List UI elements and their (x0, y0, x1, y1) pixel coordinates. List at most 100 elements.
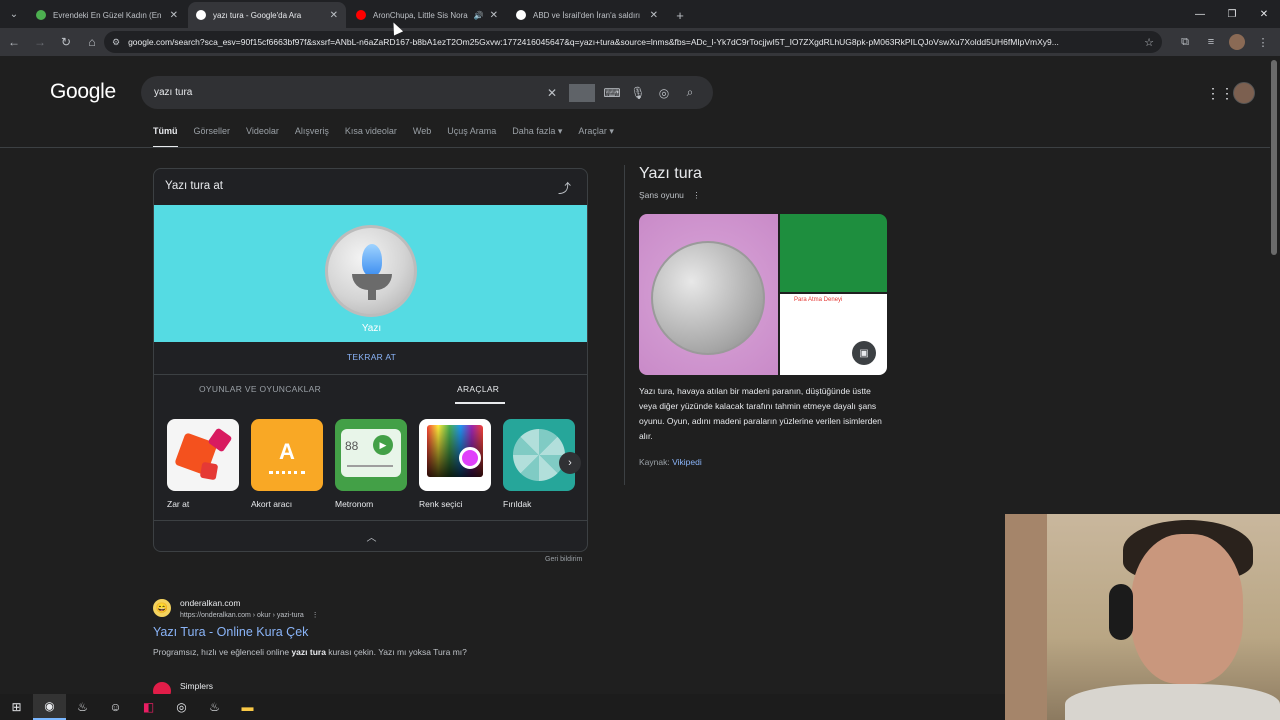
tool-label: Metronom (335, 499, 374, 509)
youtube-favicon-icon (356, 10, 366, 20)
result-site-name[interactable]: onderalkan.com (180, 598, 240, 608)
obs-icon[interactable]: ◎ (165, 694, 198, 720)
result-url-text: https://onderalkan.com › okur › yazi-tur… (180, 612, 304, 619)
browser-tab-3[interactable]: AronChupa, Little Sis Nora 🔊 ✕ (348, 2, 506, 28)
close-icon[interactable]: ✕ (330, 10, 338, 21)
close-icon[interactable]: ✕ (170, 10, 178, 21)
source-link[interactable]: Vikipedi (672, 457, 702, 467)
discord-icon[interactable]: ☺ (99, 694, 132, 720)
tab-title: yazı tura - Google'da Ara (213, 10, 302, 20)
spinner-wheel (513, 429, 565, 481)
person-face (1131, 534, 1243, 684)
snippet-highlight: yazı tura (291, 647, 326, 657)
steam-icon-2[interactable]: ♨ (198, 694, 231, 720)
google-logo[interactable]: Google (50, 80, 116, 104)
diagram-image[interactable] (780, 214, 887, 292)
tab-tools[interactable]: ARAÇLAR (457, 384, 499, 394)
minimize-icon[interactable]: — (1184, 0, 1216, 28)
tab-short-videos[interactable]: Kısa videolar (345, 126, 397, 148)
tab-all[interactable]: Tümü (153, 126, 178, 148)
snippet-text: kurası çekin. Yazı mı yoksa Tura mı? (325, 647, 467, 657)
close-window-icon[interactable]: ✕ (1248, 0, 1280, 28)
reload-icon[interactable]: ↻ (54, 30, 78, 54)
tab-more[interactable]: Daha fazla ▾ (512, 126, 562, 148)
menu-icon[interactable]: ⋮ (1250, 30, 1276, 54)
coin-icon[interactable] (325, 225, 417, 317)
search-nav-tabs: Tümü Görseller Videolar Alışveriş Kısa v… (153, 126, 630, 148)
profile-avatar[interactable] (1229, 34, 1245, 50)
result-site-name[interactable]: Simplers (180, 681, 213, 691)
coin-photo[interactable] (639, 214, 778, 375)
tab-tools[interactable]: Araçlar ▾ (578, 126, 614, 148)
address-bar[interactable]: ⚙ google.com/search?sca_esv=90f15cf6663b… (104, 31, 1162, 53)
tab-title: AronChupa, Little Sis Nora (373, 10, 468, 20)
chevron-right-icon[interactable]: › (559, 452, 581, 474)
close-icon[interactable]: ✕ (490, 10, 498, 21)
chevron-up-icon[interactable]: ︿ (154, 529, 587, 544)
tuner-dots (269, 471, 305, 475)
gallery-icon[interactable]: ▣ (852, 341, 876, 365)
tool-dice[interactable]: Zar at (167, 419, 239, 509)
tool-color-picker[interactable]: Renk seçici (419, 419, 491, 509)
account-avatar[interactable] (1233, 82, 1255, 104)
dice-shape (199, 461, 219, 481)
extensions-icon[interactable]: ⧉ (1172, 30, 1198, 54)
new-tab-button[interactable]: + (668, 2, 692, 28)
flip-again-button[interactable]: TEKRAR AT (154, 352, 587, 362)
divider (569, 83, 595, 102)
scrollbar[interactable] (1271, 60, 1277, 255)
result-snippet: Programsız, hızlı ve eğlenceli online ya… (153, 647, 467, 657)
speaker-icon[interactable]: 🔊 (474, 11, 484, 20)
maximize-icon[interactable]: ❐ (1216, 0, 1248, 28)
tab-videos[interactable]: Videolar (246, 126, 279, 148)
keyboard-icon[interactable]: ⌨ (599, 86, 625, 100)
search-query: yazı tura (154, 87, 193, 98)
tool-tuner[interactable]: A Akort aracı (251, 419, 323, 509)
home-icon[interactable]: ⌂ (80, 30, 104, 54)
google-favicon-icon (196, 10, 206, 20)
back-icon[interactable]: ← (2, 30, 26, 54)
snippet-text: Programsız, hızlı ve eğlenceli online (153, 647, 292, 657)
clear-icon[interactable]: ✕ (539, 86, 565, 100)
tool-label: Fırıldak (503, 499, 532, 509)
search-icon[interactable]: ⌕ (677, 85, 703, 100)
browser-tab-2[interactable]: yazı tura - Google'da Ara ✕ (188, 2, 346, 28)
knowledge-panel-source: Kaynak: Vikipedi (639, 457, 702, 467)
more-options-icon[interactable]: ⋮ (692, 190, 701, 200)
more-options-icon[interactable]: ⋮ (312, 612, 319, 619)
share-icon[interactable]: ⤴ (558, 178, 571, 197)
tab-shopping[interactable]: Alışveriş (295, 126, 329, 148)
tab-web[interactable]: Web (413, 126, 431, 148)
chrome-icon[interactable]: ◉ (33, 694, 66, 720)
google-apps-icon[interactable]: ⋮⋮ (1206, 85, 1234, 102)
close-icon[interactable]: ✕ (650, 10, 658, 21)
forward-icon[interactable]: → (28, 30, 52, 54)
headset (1109, 584, 1133, 640)
media-controls-icon[interactable]: ≡ (1198, 30, 1224, 54)
tab-flights[interactable]: Uçuş Arama (447, 126, 496, 148)
tool-label: Zar at (167, 499, 190, 509)
browser-tab-4[interactable]: ABD ve İsrail'den İran'a saldırı ✕ (508, 2, 666, 28)
tab-search-icon[interactable]: ⌄ (0, 0, 28, 28)
google-favicon-icon (516, 10, 526, 20)
site-favicon[interactable]: 😄 (153, 599, 171, 617)
bookmark-star-icon[interactable]: ☆ (1144, 36, 1154, 49)
knowledge-panel-title: Yazı tura (639, 165, 702, 182)
feedback-link[interactable]: Geri bildirim (545, 556, 582, 563)
experiment-image[interactable]: Para Atma Deneyi (780, 294, 887, 375)
file-explorer-icon[interactable]: ▬ (231, 694, 264, 720)
search-input[interactable]: yazı tura ✕ ⌨ 🎙 ◎ ⌕ (141, 76, 713, 109)
tool-metronome[interactable]: 88 ▶ Metronom (335, 419, 407, 509)
result-url[interactable]: https://onderalkan.com › okur › yazi-tur… (180, 611, 319, 619)
app-icon[interactable]: ◧ (132, 694, 165, 720)
steam-icon[interactable]: ♨ (66, 694, 99, 720)
coin-display[interactable]: Yazı (154, 205, 587, 342)
browser-tab-1[interactable]: Evrendeki En Güzel Kadın (En G ✕ (28, 2, 186, 28)
site-info-icon[interactable]: ⚙ (112, 37, 120, 48)
tab-images[interactable]: Görseller (194, 126, 231, 148)
lens-icon[interactable]: ◎ (651, 86, 677, 100)
windows-start-icon[interactable]: ⊞ (0, 694, 33, 720)
result-title-link[interactable]: Yazı Tura - Online Kura Çek (153, 625, 308, 639)
microphone-icon[interactable]: 🎙 (625, 86, 651, 100)
tab-games-and-toys[interactable]: OYUNLAR VE OYUNCAKLAR (199, 384, 321, 394)
